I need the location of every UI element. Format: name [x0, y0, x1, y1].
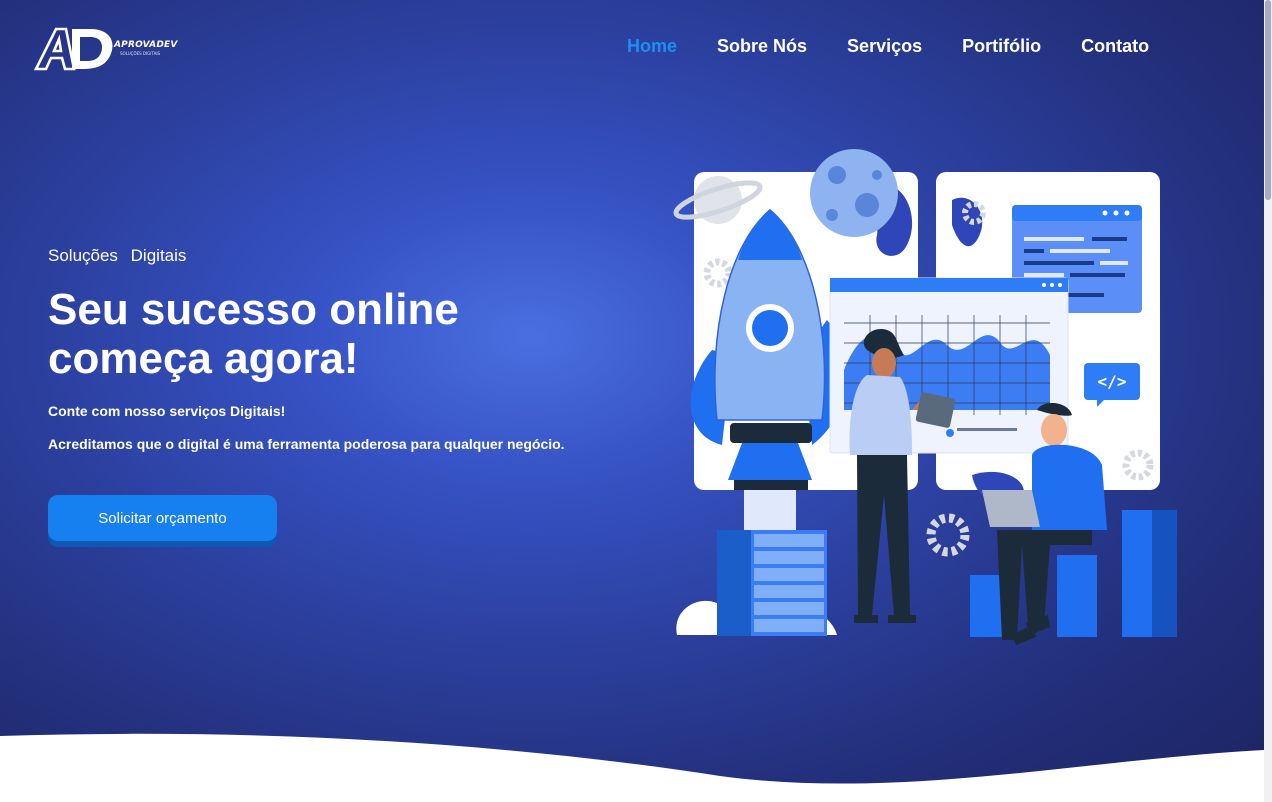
code-badge-text: </> [1098, 372, 1127, 391]
hero-headline: Seu sucesso online começa agora! [48, 285, 459, 383]
nav-link-portifolio[interactable]: Portifólio [962, 36, 1041, 57]
bar-block [1152, 510, 1177, 637]
nav-link-contato[interactable]: Contato [1081, 36, 1149, 57]
main-nav: Home Sobre Nós Serviços Portifólio Conta… [627, 36, 1189, 57]
bottom-wave [0, 733, 1264, 802]
hero-illustration: </> [673, 149, 1177, 645]
hero-section: APROVADEV SOLUÇÕES DIGITAIS Home Sobre N… [0, 0, 1264, 802]
logo-brand-text: APROVADEV [114, 40, 178, 50]
hero-paragraph-1: Conte com nosso serviços Digitais! [48, 403, 286, 419]
server-icon [717, 530, 827, 636]
nav-link-sobre-nos[interactable]: Sobre Nós [717, 36, 807, 57]
hero-eyebrow: Soluções Digitais [48, 246, 187, 265]
bar-block [1057, 555, 1097, 637]
logo-tagline: SOLUÇÕES DIGITAIS [120, 51, 161, 56]
nav-link-servicos[interactable]: Serviços [847, 36, 922, 57]
moon-icon [810, 149, 898, 237]
scrollbar-thumb[interactable] [1265, 0, 1271, 200]
page-scrollbar[interactable] [1264, 0, 1272, 802]
nav-link-home[interactable]: Home [627, 36, 677, 57]
hero-paragraph-2: Acreditamos que o digital é uma ferramen… [48, 436, 565, 452]
request-quote-button[interactable]: Solicitar orçamento [48, 495, 277, 541]
